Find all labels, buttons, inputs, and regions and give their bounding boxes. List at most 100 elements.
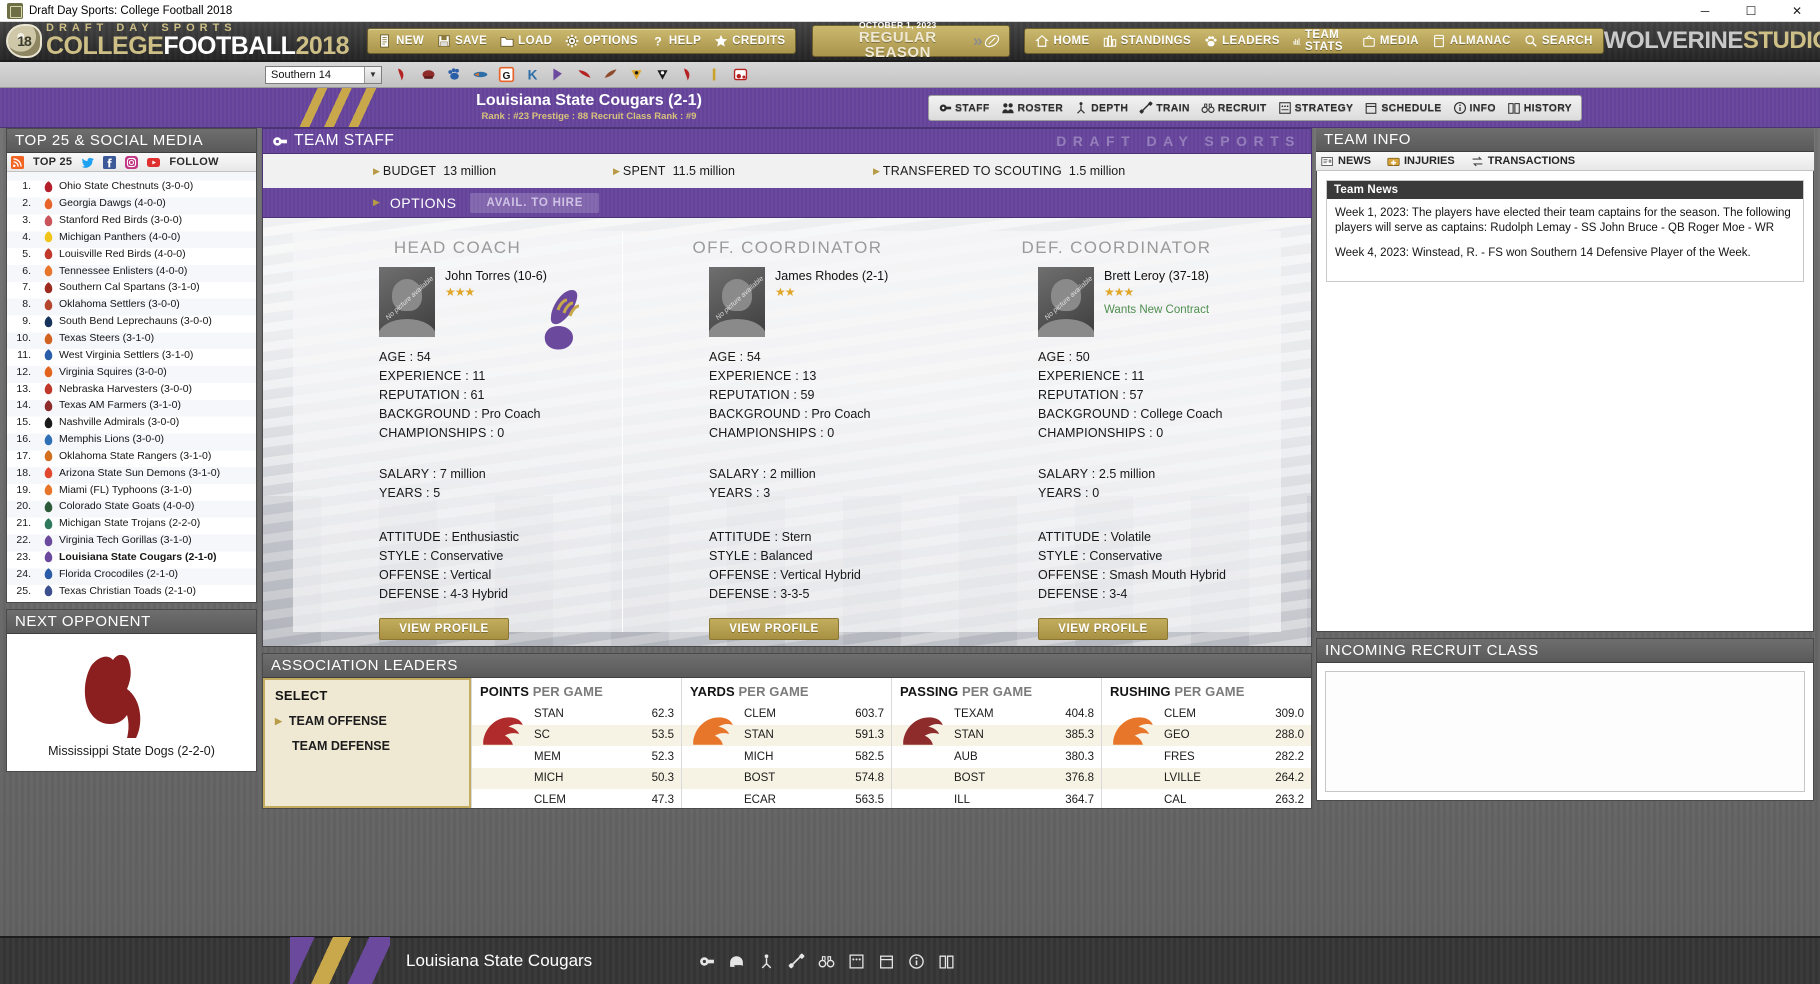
team-nav-history[interactable]: HISTORY (1507, 101, 1572, 115)
status-bar-icons (698, 953, 955, 970)
team-logo-7-icon[interactable] (550, 66, 567, 83)
tab-transactions[interactable]: TRANSACTIONS (1471, 155, 1575, 168)
rss-icon[interactable] (11, 156, 24, 169)
top25-row[interactable]: 17.Oklahoma State Rangers (3-1-0) (7, 448, 256, 465)
conference-select[interactable]: Southern 14 ▼ (265, 66, 382, 84)
close-button[interactable]: ✕ (1774, 0, 1820, 22)
menu-item-help[interactable]: ? HELP (651, 34, 701, 48)
team-nav-train[interactable]: TRAIN (1139, 101, 1190, 115)
twitter-icon[interactable] (81, 156, 94, 169)
team-logo-4-icon[interactable] (472, 66, 489, 83)
depth-icon[interactable] (758, 953, 775, 970)
team-logo-3-icon[interactable] (446, 66, 463, 83)
top25-row[interactable]: 6.Tennessee Enlisters (4-0-0) (7, 262, 256, 279)
top25-row[interactable]: 3.Stanford Red Birds (3-0-0) (7, 212, 256, 229)
top25-row[interactable]: 25.Texas Christian Toads (2-1-0) (7, 582, 256, 599)
double-chevron-right-icon[interactable]: » (973, 31, 978, 51)
chevron-down-icon[interactable]: ▼ (364, 67, 381, 83)
youtube-icon[interactable] (147, 156, 160, 169)
top25-row[interactable]: 22.Virginia Tech Gorillas (3-1-0) (7, 532, 256, 549)
top25-row[interactable]: 12.Virginia Squires (3-0-0) (7, 363, 256, 380)
team-nav-schedule[interactable]: SCHEDULE (1364, 101, 1441, 115)
top25-row[interactable]: 9.South Bend Leprechauns (3-0-0) (7, 313, 256, 330)
top25-row[interactable]: 10.Texas Steers (3-1-0) (7, 330, 256, 347)
options-label[interactable]: OPTIONS (390, 195, 457, 211)
team-nav-strategy[interactable]: STRATEGY (1278, 101, 1354, 115)
top25-row[interactable]: 2.Georgia Dawgs (4-0-0) (7, 195, 256, 212)
team-logo-6-icon[interactable]: K (524, 66, 541, 83)
top25-row[interactable]: 20.Colorado State Goats (4-0-0) (7, 498, 256, 515)
team-logo-13-icon[interactable] (706, 66, 723, 83)
team-nav-roster[interactable]: ROSTER (1001, 101, 1064, 115)
top25-row[interactable]: 24.Florida Crocodiles (2-1-0) (7, 565, 256, 582)
facebook-icon[interactable] (103, 156, 116, 169)
avail-to-hire-button[interactable]: AVAIL. TO HIRE (470, 193, 599, 213)
nav-item-media[interactable]: MEDIA (1362, 34, 1419, 48)
team-logo-10-icon[interactable] (628, 66, 645, 83)
leaders-select-team-defense[interactable]: TEAM DEFENSE (265, 739, 469, 753)
nav-item-home[interactable]: HOME (1035, 34, 1089, 48)
menu-item-load[interactable]: LOAD (500, 34, 552, 48)
menu-item-credits[interactable]: CREDITS (714, 34, 785, 48)
team-nav-recruit[interactable]: RECRUIT (1201, 101, 1267, 115)
nav-item-team-stats[interactable]: TEAM STATS (1293, 29, 1349, 53)
tab-news[interactable]: NEWS (1321, 155, 1371, 168)
top25-row[interactable]: 14.Texas AM Farmers (3-1-0) (7, 397, 256, 414)
instagram-icon[interactable] (125, 156, 138, 169)
top25-row[interactable]: 8.Oklahoma Settlers (3-0-0) (7, 296, 256, 313)
team-logo-12-icon[interactable] (680, 66, 697, 83)
menu-item-new[interactable]: NEW (378, 34, 424, 48)
top25-row[interactable]: 11.West Virginia Settlers (3-1-0) (7, 346, 256, 363)
top25-row[interactable]: 19.Miami (FL) Typhoons (3-1-0) (7, 481, 256, 498)
top25-row[interactable]: 7.Southern Cal Spartans (3-1-0) (7, 279, 256, 296)
view-profile-button[interactable]: VIEW PROFILE (709, 618, 839, 640)
maximize-button[interactable]: ☐ (1728, 0, 1774, 22)
view-profile-button[interactable]: VIEW PROFILE (379, 618, 509, 640)
top25-row[interactable]: 13.Nebraska Harvesters (3-0-0) (7, 380, 256, 397)
nav-item-leaders[interactable]: LEADERS (1204, 34, 1280, 48)
team-logo-1-icon[interactable] (394, 66, 411, 83)
top25-row[interactable]: 18.Arizona State Sun Demons (3-1-0) (7, 464, 256, 481)
whistle-icon[interactable] (698, 953, 715, 970)
tab-injuries[interactable]: INJURIES (1387, 155, 1455, 168)
top25-row[interactable]: 15.Nashville Admirals (3-0-0) (7, 414, 256, 431)
playbook-icon[interactable] (848, 953, 865, 970)
re-sign-button[interactable]: RE-SIGN (1038, 646, 1101, 647)
nav-item-almanac[interactable]: ALMANAC (1432, 34, 1511, 48)
leaders-row: ECAR563.5 (682, 789, 891, 811)
team-logo-icon (37, 197, 59, 210)
top25-row[interactable]: 5.Louisville Red Birds (4-0-0) (7, 245, 256, 262)
team-logo-11-icon[interactable] (654, 66, 671, 83)
team-nav-info[interactable]: INFO (1453, 101, 1496, 115)
top25-row[interactable]: 1.Ohio State Chestnuts (3-0-0) (7, 178, 256, 195)
team-logo-9-icon[interactable] (602, 66, 619, 83)
minimize-button[interactable]: ─ (1682, 0, 1728, 22)
team-nav-depth[interactable]: DEPTH (1074, 101, 1128, 115)
top25-row[interactable]: 4.Michigan Panthers (4-0-0) (7, 229, 256, 246)
calendar-icon[interactable] (878, 953, 895, 970)
leaders-select-team-offense[interactable]: ▶ TEAM OFFENSE (265, 714, 469, 728)
top25-row[interactable]: 21.Michigan State Trojans (2-2-0) (7, 515, 256, 532)
menu-item-options[interactable]: OPTIONS (565, 34, 638, 48)
team-news-item: Week 4, 2023: Winstead, R. - FS won Sout… (1335, 246, 1795, 261)
football-icon[interactable] (983, 32, 1001, 50)
nav-item-search[interactable]: SEARCH (1524, 34, 1593, 48)
team-nav-staff[interactable]: STAFF (938, 101, 990, 115)
view-profile-button[interactable]: VIEW PROFILE (1038, 618, 1168, 640)
nav-item-standings[interactable]: STANDINGS (1103, 34, 1191, 48)
svg-text:K: K (528, 68, 538, 83)
info-icon[interactable] (908, 953, 925, 970)
team-logo-5-icon[interactable]: G (498, 66, 515, 83)
team-logo-8-icon[interactable] (576, 66, 593, 83)
top25-rankings-list[interactable]: 1.Ohio State Chestnuts (3-0-0)2.Georgia … (7, 172, 256, 602)
top25-row[interactable]: 23.Louisiana State Cougars (2-1-0) (7, 549, 256, 566)
incoming-recruit-class-list[interactable] (1325, 671, 1805, 792)
menu-item-save[interactable]: SAVE (437, 34, 487, 48)
binoculars-icon[interactable] (818, 953, 835, 970)
team-logo-14-icon[interactable] (732, 66, 749, 83)
team-logo-2-icon[interactable] (420, 66, 437, 83)
helmet-icon[interactable] (728, 953, 745, 970)
train-icon[interactable] (788, 953, 805, 970)
history-icon[interactable] (938, 953, 955, 970)
top25-row[interactable]: 16.Memphis Lions (3-0-0) (7, 431, 256, 448)
